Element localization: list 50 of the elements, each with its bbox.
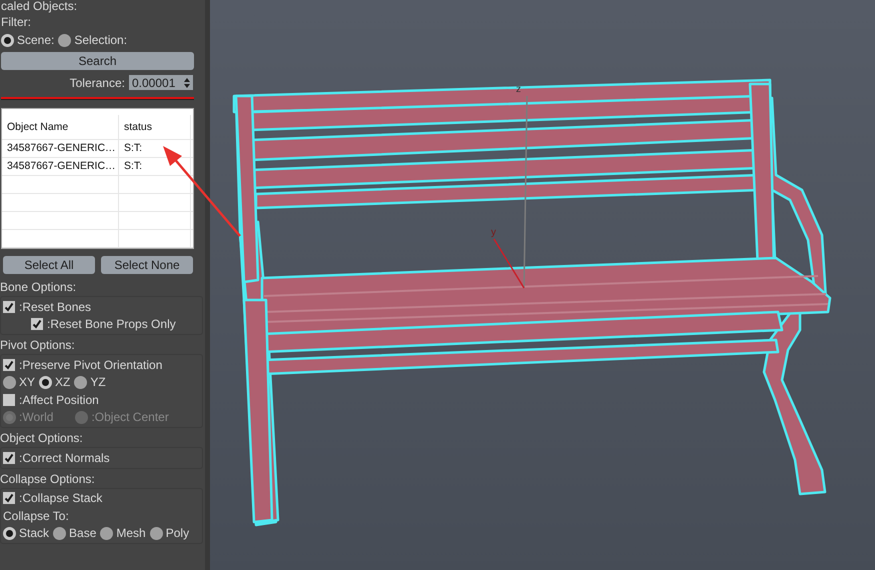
group-title: Object Options: [0,432,84,446]
radio-button[interactable] [74,376,88,389]
radio-label: Base [69,526,96,540]
checkbox[interactable] [3,394,15,406]
radio-label: XZ [55,375,70,390]
column-header[interactable]: status [119,115,191,139]
group-title: Bone Options: [0,281,78,295]
radio-button[interactable] [3,526,16,540]
checkbox-label: :Preserve Pivot Orientation [19,358,162,372]
group-title: Collapse Options: [0,472,96,486]
section-label: Collapse To: [3,508,69,523]
radio-button[interactable] [100,526,114,540]
checkbox[interactable] [3,492,15,504]
radio-label: :Object Center [91,410,169,424]
checkbox[interactable] [31,318,43,330]
checkbox[interactable] [3,358,15,371]
radio-button[interactable] [150,526,163,540]
checkbox-label: :Reset Bone Props Only [47,317,176,332]
radio-label: Selection: [74,33,128,47]
axis-label: y [491,227,496,238]
select-button[interactable]: Select None [101,256,193,274]
radio-label: :World [19,410,54,424]
group-title: caled Objects: [1,0,78,13]
table-cell: 34587667-GENERIC… [2,158,119,175]
spinner-arrows-icon[interactable] [184,78,190,88]
checkbox[interactable] [3,452,15,464]
tolerance-spinner[interactable]: 0.00001 [129,75,193,90]
search-button[interactable]: Search [1,52,194,70]
checkbox-label: :Collapse Stack [19,491,102,506]
tolerance-label: Tolerance: [70,76,125,90]
radio-button[interactable] [1,34,14,46]
radio-label: Poly [166,526,190,540]
checkbox[interactable] [3,300,15,313]
column-header[interactable]: Object Name [2,115,119,139]
radio-label: Mesh [116,526,146,540]
checkbox-label: :Affect Position [19,392,99,407]
radio-button[interactable] [39,376,52,389]
radio-label: YZ [90,375,106,390]
radio-button[interactable] [58,34,72,46]
radio-button[interactable] [53,526,66,540]
select-button[interactable]: Select All [3,256,95,274]
table-cell: 34587667-GENERIC… [2,140,119,157]
group-title: Pivot Options: [0,339,76,353]
checkbox-label: :Reset Bones [19,300,92,314]
filter-label: Filter: [1,15,31,29]
radio-label: Scene: [17,33,54,47]
checkbox-label: :Correct Normals [19,450,110,465]
radio-label: XY [19,375,36,390]
radio-button[interactable] [3,376,16,389]
radio-label: Stack [19,526,50,540]
